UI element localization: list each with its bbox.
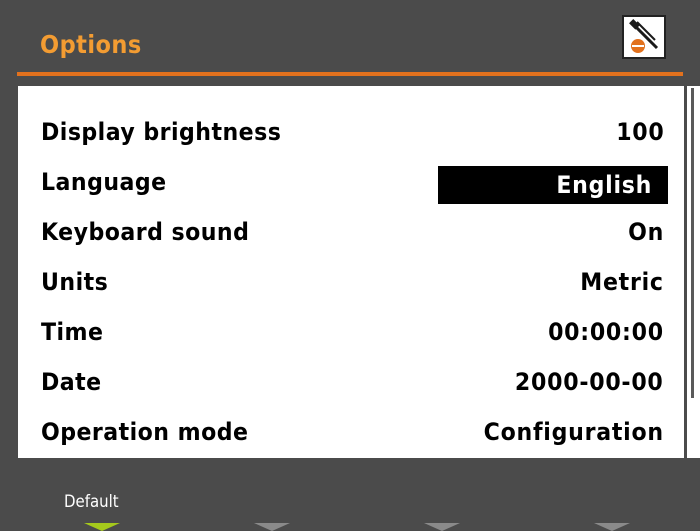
title-underline [17, 72, 683, 76]
option-value: On [628, 218, 664, 246]
option-row-units[interactable]: Units Metric [18, 266, 684, 306]
option-value: Metric [580, 268, 664, 296]
softkey-default-label: Default [64, 492, 119, 512]
options-list: Display brightness 100 Language English … [18, 86, 684, 458]
option-value: Configuration [483, 418, 664, 446]
softkey-4-arrow-icon[interactable] [594, 523, 630, 531]
option-row-operation-mode[interactable]: Operation mode Configuration [18, 416, 684, 456]
softkey-1-arrow-icon[interactable] [84, 523, 120, 531]
option-value: 100 [615, 118, 664, 146]
scrollbar-thumb[interactable] [691, 88, 694, 398]
option-label: Operation mode [41, 418, 249, 446]
option-value: 2000-00-00 [515, 368, 664, 396]
softkey-3-arrow-icon[interactable] [424, 523, 460, 531]
option-label: Time [41, 318, 104, 346]
option-value-selected: English [438, 166, 668, 204]
softkey-2-arrow-icon[interactable] [254, 523, 290, 531]
option-label: Keyboard sound [41, 218, 250, 246]
option-label: Display brightness [41, 118, 282, 146]
option-label: Units [41, 268, 109, 296]
title-bar: Options [0, 0, 700, 72]
option-row-keyboard-sound[interactable]: Keyboard sound On [18, 216, 684, 256]
option-row-time[interactable]: Time 00:00:00 [18, 316, 684, 356]
option-label: Date [41, 368, 102, 396]
option-value: 00:00:00 [548, 318, 664, 346]
scrollbar[interactable] [687, 86, 700, 458]
options-screen: Options Display brightness 100 Language … [0, 0, 700, 531]
option-row-date[interactable]: Date 2000-00-00 [18, 366, 684, 406]
option-value-text: English [556, 171, 652, 199]
softkey-bar: Default [0, 458, 700, 531]
settings-tools-icon[interactable] [622, 15, 666, 59]
option-row-language[interactable]: Language English [18, 166, 684, 206]
option-row-display-brightness[interactable]: Display brightness 100 [18, 116, 684, 156]
page-title: Options [40, 30, 142, 59]
option-label: Language [41, 168, 167, 196]
